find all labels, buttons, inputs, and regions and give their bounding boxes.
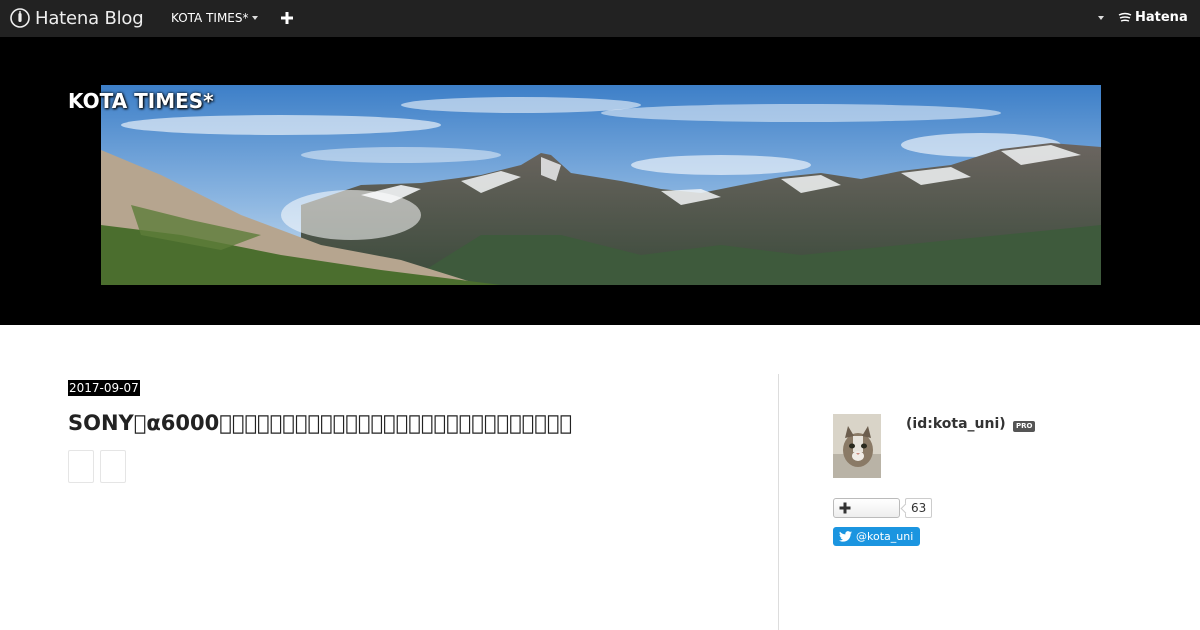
- entry-date[interactable]: 2017-09-07: [68, 380, 140, 396]
- pro-badge: PRO: [1013, 421, 1036, 432]
- column-divider: [778, 374, 779, 630]
- new-post-plus-icon[interactable]: [280, 11, 294, 25]
- global-header: Hatena Blog KOTA TIMES* Hatena: [0, 0, 1200, 37]
- mountain-landscape-image: [101, 85, 1101, 285]
- blog-title[interactable]: KOTA TIMES*: [68, 89, 214, 113]
- brand-text: Hatena Blog: [35, 7, 144, 29]
- blog-switcher-menu[interactable]: KOTA TIMES*: [171, 11, 258, 25]
- plus-icon: [839, 502, 851, 514]
- twitter-bird-icon: [839, 531, 852, 542]
- entry-title[interactable]: SONY α6000                            : [68, 410, 748, 436]
- profile-id[interactable]: (id:kota_uni): [906, 416, 1006, 432]
- hatena-mark-icon: [1118, 12, 1132, 22]
- cat-avatar-image: [833, 414, 881, 478]
- twitter-follow-button[interactable]: @kota_uni: [833, 527, 921, 546]
- chevron-down-icon: [251, 16, 258, 20]
- header-banner-image: [101, 85, 1101, 285]
- hatena-logo-text: Hatena: [1135, 10, 1188, 25]
- hatena-blog-icon: [10, 8, 30, 28]
- hatena-blog-logo[interactable]: Hatena Blog: [10, 7, 144, 29]
- subscriber-count: 63: [905, 498, 933, 518]
- subscribe-button[interactable]: [833, 498, 900, 518]
- share-button-placeholder[interactable]: [68, 450, 94, 483]
- avatar[interactable]: [833, 414, 881, 478]
- social-share-buttons: [68, 450, 748, 483]
- entry-main: 2017-09-07 SONY α6000                   …: [68, 377, 748, 483]
- blog-header: KOTA TIMES*: [0, 37, 1200, 325]
- twitter-handle: @kota_uni: [856, 530, 914, 543]
- blog-switcher-label: KOTA TIMES*: [171, 11, 249, 25]
- hatena-service-logo[interactable]: Hatena: [1118, 10, 1188, 25]
- share-button-placeholder[interactable]: [100, 450, 126, 483]
- account-menu-chevron-icon[interactable]: [1098, 16, 1104, 20]
